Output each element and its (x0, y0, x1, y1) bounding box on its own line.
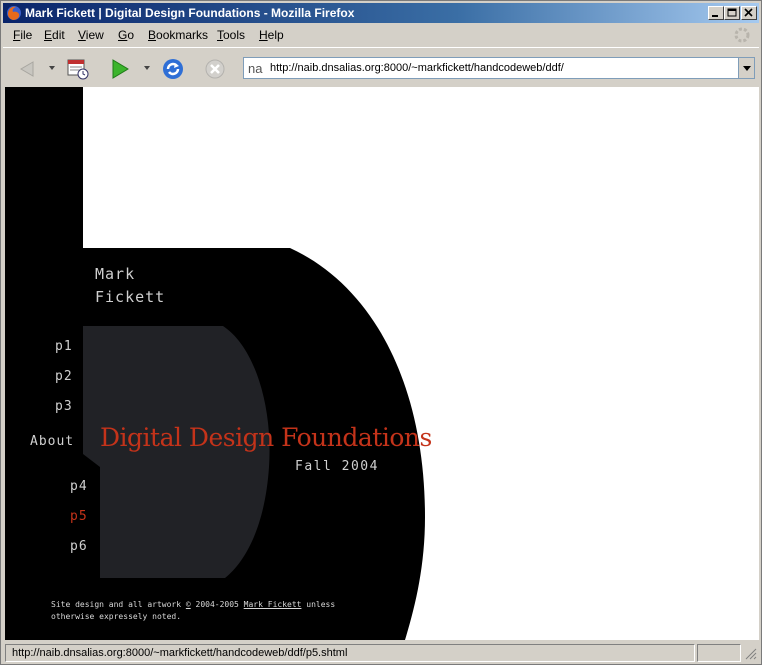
page-heading: Digital Design Foundations (100, 423, 432, 452)
url-history-dropdown-icon[interactable] (738, 58, 754, 78)
maximize-button[interactable] (724, 6, 740, 20)
semester-label: Fall 2004 (295, 459, 379, 474)
footer-author-link[interactable]: Mark Fickett (244, 600, 302, 609)
reload-icon[interactable] (160, 56, 186, 82)
nav-link-p3[interactable]: p3 (55, 399, 73, 414)
window-title: Mark Fickett | Digital Design Foundation… (25, 6, 355, 20)
url-bar[interactable]: na http://naib.dnsalias.org:8000/~markfi… (243, 57, 755, 79)
status-bar: http://naib.dnsalias.org:8000/~markficke… (3, 642, 759, 664)
nav-link-p4[interactable]: p4 (70, 479, 88, 494)
throbber-icon (734, 27, 750, 43)
menu-view[interactable]: View (78, 28, 104, 42)
url-input[interactable]: http://naib.dnsalias.org:8000/~markficke… (270, 62, 564, 74)
menu-file[interactable]: File (13, 28, 32, 42)
status-extra-panel (697, 644, 741, 662)
nav-link-p2[interactable]: p2 (55, 369, 73, 384)
page-background-shapes (5, 87, 425, 640)
minimize-button[interactable] (708, 6, 724, 20)
author-last-name: Fickett (95, 288, 166, 306)
minimize-icon (712, 15, 718, 17)
forward-play-icon[interactable] (107, 56, 133, 82)
stop-icon[interactable] (202, 56, 228, 82)
menu-go[interactable]: Go (118, 28, 134, 42)
page-viewport: Mark Fickett p1 p2 p3 About p4 p5 p6 Dig… (5, 87, 759, 640)
status-text-panel: http://naib.dnsalias.org:8000/~markficke… (5, 644, 695, 662)
nav-link-about[interactable]: About (30, 434, 74, 449)
history-calendar-icon[interactable] (65, 56, 91, 82)
menu-tools[interactable]: Tools (217, 28, 245, 42)
site-favicon-icon: na (248, 61, 263, 76)
menu-edit[interactable]: Edit (44, 28, 65, 42)
menu-help[interactable]: Help (259, 28, 284, 42)
menu-bookmarks[interactable]: Bookmarks (148, 28, 208, 42)
close-button[interactable] (741, 6, 757, 20)
nav-link-p5[interactable]: p5 (70, 509, 88, 524)
author-first-name: Mark (95, 265, 136, 283)
maximize-icon (727, 8, 737, 17)
back-arrow-icon[interactable] (13, 56, 39, 82)
gray-content-panel (83, 326, 270, 578)
status-text: http://naib.dnsalias.org:8000/~markficke… (12, 647, 348, 659)
nav-link-p6[interactable]: p6 (70, 539, 88, 554)
navigation-toolbar: na http://naib.dnsalias.org:8000/~markfi… (3, 47, 759, 87)
back-history-dropdown-icon[interactable] (49, 66, 55, 70)
resize-grip-icon[interactable] (745, 648, 757, 660)
footer-credits: Site design and all artwork © 2004-2005 … (51, 600, 336, 621)
browser-window: Mark Fickett | Digital Design Foundation… (0, 0, 762, 665)
nav-link-p1[interactable]: p1 (55, 339, 73, 354)
title-bar: Mark Fickett | Digital Design Foundation… (3, 3, 759, 23)
menu-bar: File Edit View Go Bookmarks Tools Help (3, 25, 759, 45)
firefox-icon (7, 6, 21, 20)
close-icon (744, 8, 753, 17)
forward-history-dropdown-icon[interactable] (144, 66, 150, 70)
